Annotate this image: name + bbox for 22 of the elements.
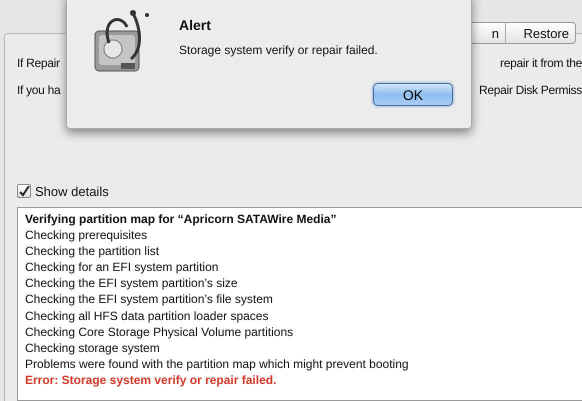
log-line: Verifying partition map for “Apricorn SATAWire Media” xyxy=(25,211,338,228)
log-line: Checking the EFI system partition’s file system xyxy=(25,291,274,308)
alert-message: Storage system verify or repair failed. xyxy=(179,43,379,57)
log-line: Checking the partition list xyxy=(25,243,160,260)
ok-button[interactable]: OK xyxy=(373,83,453,106)
checkbox[interactable] xyxy=(17,184,31,198)
log-line: Checking prerequisites xyxy=(25,227,148,244)
log-line: Problems were found with the partition map which might prevent booting xyxy=(25,356,410,372)
tab[interactable]: n xyxy=(335,23,505,43)
instruction-text: Repair Disk Permiss xyxy=(479,83,582,99)
checkbox-label: Show details xyxy=(35,184,109,198)
log-line: Checking the EFI system partition’s size xyxy=(25,275,239,292)
tab[interactable]: Restore xyxy=(505,23,575,43)
alert-title: Alert xyxy=(179,17,212,33)
log-line: Error: Storage system verify or repair failed. xyxy=(25,372,278,388)
instruction-text: repair it from the xyxy=(500,56,582,72)
log-line: Checking storage system xyxy=(25,340,161,356)
log-line: Checking Core Storage Physical Volume partitions xyxy=(25,324,294,340)
instruction-text: If you ha xyxy=(17,83,60,99)
instruction-text: If Repair xyxy=(17,56,60,72)
log-line: Checking for an EFI system partition xyxy=(25,259,220,276)
log-line: Checking all HFS data partition loader spaces xyxy=(25,308,270,324)
